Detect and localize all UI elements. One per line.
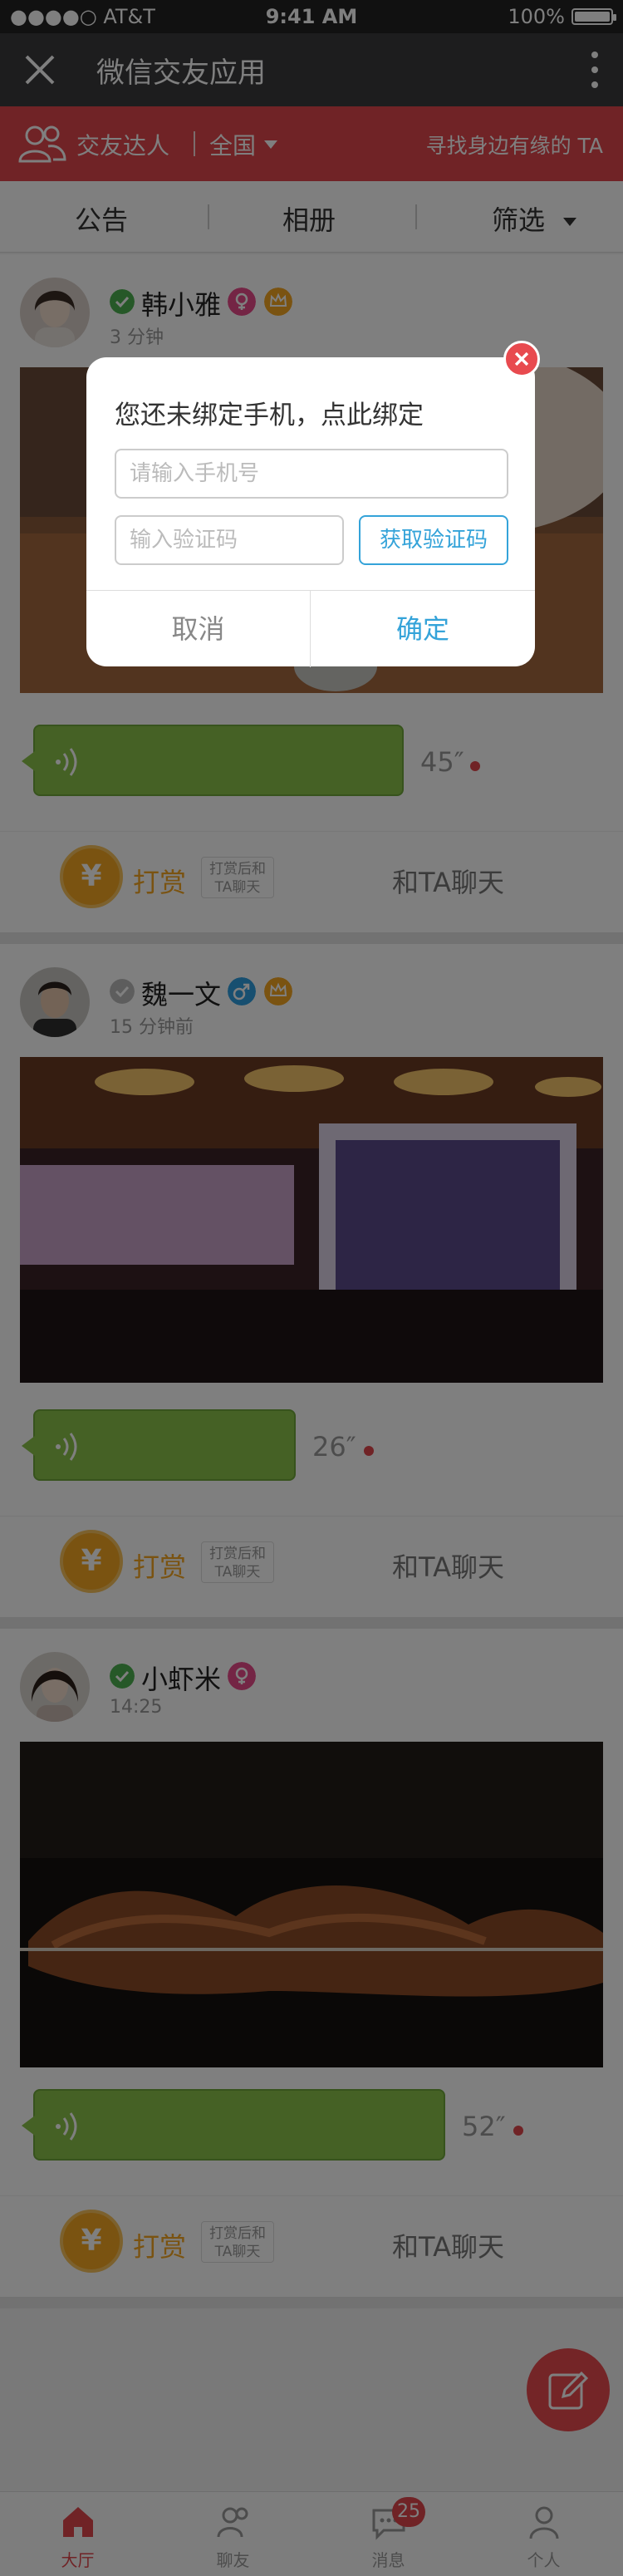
close-icon[interactable] [503,341,540,377]
dialog-footer: 取消 确定 [86,590,535,667]
phone-input[interactable] [115,449,508,499]
confirm-button[interactable]: 确定 [311,591,535,667]
dialog-title[interactable]: 您还未绑定手机，点此绑定 [115,394,424,431]
bind-phone-dialog: 您还未绑定手机，点此绑定 获取验证码 取消 确定 [86,341,540,667]
cancel-button[interactable]: 取消 [86,591,311,667]
verification-code-input[interactable] [115,515,344,565]
get-code-button[interactable]: 获取验证码 [359,515,508,565]
